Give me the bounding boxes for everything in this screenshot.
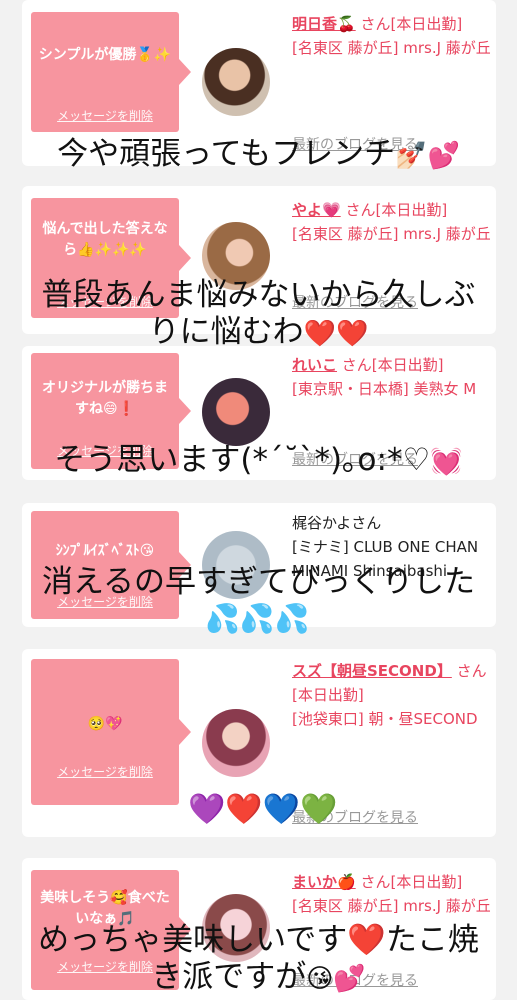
reply-caption-text: りに悩むわ bbox=[148, 314, 304, 350]
profile-info: 明日香🍒 さん[本日出勤] [名東区 藤が丘] mrs.J 藤が丘 bbox=[292, 12, 492, 60]
reply-caption-text: 今や頑張ってもフレンチ bbox=[57, 136, 396, 172]
reply-caption: めっちゃ美味しいです❤️たこ焼 bbox=[0, 921, 517, 959]
shop-label: [東京駅・日本橋] 美熟女 M bbox=[292, 380, 477, 398]
profile-name-link[interactable]: まいか🍎 bbox=[292, 873, 356, 891]
reply-caption: りに悩むわ❤️❤️ bbox=[0, 313, 517, 353]
profile-name-link[interactable]: スズ【朝昼SECOND】 bbox=[292, 662, 452, 680]
nail-heart-emoji-icon: 💅🏻💕 bbox=[395, 141, 460, 171]
message-text: 🥺💖 bbox=[87, 716, 123, 732]
message-bubble: シンプルが優勝🥇✨ メッセージを削除 bbox=[31, 12, 191, 132]
reply-caption: き派ですが😘💕 bbox=[0, 958, 517, 998]
reply-caption: そう思います(*ˊ˘ˋ*)｡o:*♡💓 bbox=[0, 441, 517, 481]
attendance-label: さん[本日出勤] bbox=[360, 15, 463, 33]
shop-label: [名東区 藤が丘] mrs.J 藤が丘 bbox=[292, 225, 491, 243]
red-hearts-emoji-icon: ❤️❤️ bbox=[303, 319, 369, 349]
profile-info: まいか🍎 さん[本日出勤] [名東区 藤が丘] mrs.J 藤が丘 bbox=[292, 870, 492, 918]
reply-caption: 普段あんま悩みないから久しぶ bbox=[0, 276, 517, 314]
message-text: オリジナルが勝ちますね😄❗ bbox=[42, 380, 168, 417]
shop-label: [名東区 藤が丘] mrs.J 藤が丘 bbox=[292, 897, 491, 915]
delete-message-link[interactable]: メッセージを削除 bbox=[31, 763, 179, 780]
reply-caption-text: 普段あんま悩みないから久しぶ bbox=[41, 277, 476, 313]
profile-info: スズ【朝昼SECOND】 さん[本日出勤] [池袋東口] 朝・昼SECOND bbox=[292, 659, 492, 731]
profile-name-link[interactable]: れいこ bbox=[292, 356, 337, 374]
kiss-heart-emoji-icon: 😘💕 bbox=[306, 964, 366, 994]
avatar[interactable] bbox=[202, 709, 270, 777]
reply-caption: 消えるの早すぎてびっくりした bbox=[0, 563, 517, 601]
reply-caption-text: めっちゃ美味しいです❤️たこ焼 bbox=[38, 922, 479, 958]
profile-name-link[interactable]: 明日香🍒 bbox=[292, 15, 356, 33]
reply-caption-text: そう思います(*ˊ˘ˋ*)｡o:*♡ bbox=[54, 442, 431, 478]
message-bubble: 🥺💖 メッセージを削除 bbox=[31, 659, 191, 805]
avatar[interactable] bbox=[202, 48, 270, 116]
profile-name-link[interactable]: 梶谷かよさん bbox=[292, 514, 381, 532]
reply-caption-text: き派ですが bbox=[151, 959, 307, 995]
sweat-drops-emoji-icon: 💦💦💦 bbox=[205, 602, 310, 635]
colored-hearts-emoji-icon: 💜❤️💙💚 bbox=[188, 792, 338, 827]
message-text: 悩んで出した答えなら👍✨✨✨ bbox=[42, 221, 168, 258]
pink-heart-emoji-icon: 💓 bbox=[430, 447, 463, 477]
profile-info: やよ💗 さん[本日出勤] [名東区 藤が丘] mrs.J 藤が丘 bbox=[292, 198, 492, 246]
attendance-label: さん[本日出勤] bbox=[360, 873, 463, 891]
reply-caption-text: 消えるの早すぎてびっくりした bbox=[41, 564, 476, 600]
profile-name-link[interactable]: やよ💗 bbox=[292, 201, 341, 219]
shop-label: [名東区 藤が丘] mrs.J 藤が丘 bbox=[292, 39, 491, 57]
delete-message-link[interactable]: メッセージを削除 bbox=[31, 107, 179, 124]
message-text: シンプルが優勝🥇✨ bbox=[38, 47, 172, 63]
attendance-label: さん[本日出勤] bbox=[341, 356, 444, 374]
profile-info: れいこ さん[本日出勤] [東京駅・日本橋] 美熟女 M bbox=[292, 353, 492, 401]
avatar[interactable] bbox=[202, 378, 270, 446]
attendance-label: さん[本日出勤] bbox=[345, 201, 448, 219]
shop-label: [池袋東口] 朝・昼SECOND bbox=[292, 710, 478, 728]
reply-caption: 今や頑張ってもフレンチ💅🏻💕 bbox=[0, 135, 517, 175]
message-text: ｼﾝﾌﾟﾙｲｽﾞﾍﾞｽﾄ😘 bbox=[55, 543, 155, 559]
